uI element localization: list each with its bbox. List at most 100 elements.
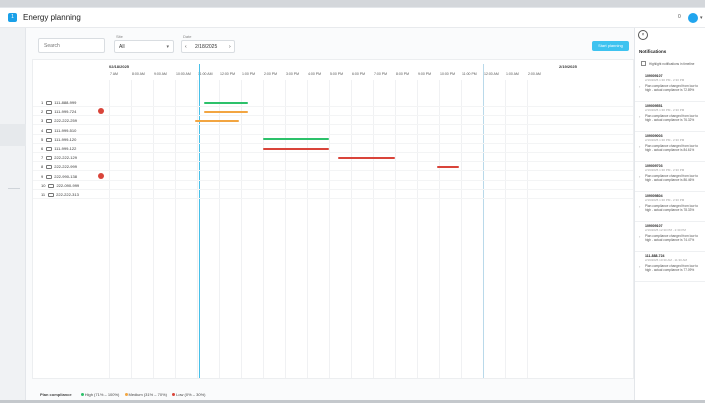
main-content: Site All ▾ Date ‹ 2/18/2025 › Start plan… xyxy=(26,28,634,401)
time-header-cell: 2:00 AM xyxy=(528,72,541,76)
vehicle-icon xyxy=(46,110,53,115)
chevron-left-icon[interactable]: ‹ xyxy=(185,44,187,50)
chevron-right-icon: › xyxy=(639,234,641,239)
start-planning-button[interactable]: Start planning xyxy=(592,41,629,51)
row-divider xyxy=(33,179,633,181)
row-index: 11 xyxy=(41,192,46,197)
table-row[interactable]: 3 222-222-259 xyxy=(41,118,77,123)
legend: Plan compliance High (71% – 100%) Medium… xyxy=(40,392,205,397)
legend-item: Low (0% – 30%) xyxy=(176,392,206,397)
notification-message: Plan compliance changed from low to high… xyxy=(645,174,698,182)
notifications-title: Notifications xyxy=(639,49,667,54)
sidebar-item-active[interactable] xyxy=(0,124,26,146)
notification-message: Plan compliance changed from low to high… xyxy=(645,144,698,152)
chevron-down-icon[interactable]: ▾ xyxy=(700,15,703,21)
table-row[interactable]: 2 111-999-724 xyxy=(41,109,76,114)
row-index: 4 xyxy=(41,127,44,133)
plan-bar[interactable] xyxy=(194,119,239,122)
date-header: 02/18/2025 xyxy=(109,64,130,69)
site-select[interactable]: All ▾ xyxy=(114,40,174,53)
table-row[interactable]: 4 111-999-510 xyxy=(41,128,76,133)
table-row[interactable]: 9 222-990-138 xyxy=(41,174,77,179)
time-header-cell: 3:00 PM xyxy=(286,72,300,76)
row-divider xyxy=(33,124,633,126)
row-divider xyxy=(33,133,633,135)
chevron-right-icon: › xyxy=(639,174,641,179)
time-header-cell: 9:00 PM xyxy=(418,72,432,76)
plan-bar[interactable] xyxy=(263,138,329,141)
row-name: 222-222-129 xyxy=(54,155,77,161)
app-logo[interactable]: 1 xyxy=(8,13,17,22)
chevron-right-icon[interactable]: › xyxy=(229,44,231,50)
notification-item[interactable]: › 109009551 2/19/2025 1:30 PM - 2:30 PM Pla… xyxy=(635,102,705,132)
date-header: 2/19/2025 xyxy=(559,64,577,69)
time-header-cell: 8:00 PM xyxy=(396,72,410,76)
top-bar: 1 Energy planning 0 ▾ xyxy=(0,8,705,28)
notification-item[interactable]: › 109009107 2/19/2025 12:30 PM - 2:30 PM Pl… xyxy=(635,222,705,252)
notification-time: 2/19/2025 1:30 PM - 2:30 PM xyxy=(645,198,685,202)
notification-time: 2/19/2025 1:30 PM - 2:30 PM xyxy=(645,108,685,112)
plan-bar[interactable] xyxy=(337,156,395,159)
alert-icon[interactable] xyxy=(98,172,104,179)
search-input[interactable] xyxy=(38,38,105,53)
notification-message: Plan compliance changed from low to high… xyxy=(645,84,698,92)
row-index: 8 xyxy=(41,164,44,170)
row-name: 111-999-510 xyxy=(54,127,77,133)
time-header-cell: 10:00 AM xyxy=(176,72,191,76)
notification-item[interactable]: › 109009703 2/19/2025 1:30 PM - 2:30 PM Pla… xyxy=(635,162,705,192)
table-row[interactable]: 11 222-222-313 xyxy=(41,192,79,197)
row-name: 111-999-724 xyxy=(54,109,77,115)
notification-item[interactable]: › 109009107 2/19/2025 1:30 PM - 2:30 PM Pla… xyxy=(635,72,705,102)
row-name: 222-222-259 xyxy=(54,118,77,124)
current-time-line xyxy=(199,64,201,378)
gantt-chart: 02/18/2025 2/19/2025 7 AM 8:00 AM 9:00 AM 1… xyxy=(32,59,634,379)
plan-bar[interactable] xyxy=(203,101,248,104)
row-divider xyxy=(33,142,633,144)
app-window: 1 Energy planning 0 ▾ Site All ▾ Date ‹ … xyxy=(0,7,705,401)
table-row[interactable]: 8 222-222-999 xyxy=(41,164,77,169)
vehicle-icon xyxy=(46,100,53,105)
plan-bar[interactable] xyxy=(263,147,329,150)
legend-title: Plan compliance xyxy=(40,392,72,397)
avatar[interactable] xyxy=(688,13,698,23)
notification-item[interactable]: › 109009003 2/19/2025 1:30 PM - 2:30 PM Pla… xyxy=(635,132,705,162)
row-divider xyxy=(33,161,633,163)
table-row[interactable]: 7 222-222-129 xyxy=(41,155,77,160)
alert-icon[interactable] xyxy=(98,108,104,115)
notification-message: Plan compliance changed from low to high… xyxy=(645,264,698,272)
row-name: 111-999-120 xyxy=(54,136,77,142)
time-header-cell: 11:00 PM xyxy=(462,72,477,76)
notification-item[interactable]: › 109009804 2/19/2025 1:30 PM - 2:30 PM Pla… xyxy=(635,192,705,222)
row-divider xyxy=(33,106,633,107)
vehicle-icon xyxy=(46,174,53,179)
row-index: 3 xyxy=(41,118,44,124)
row-name: 222-090-999 xyxy=(56,182,80,188)
table-row[interactable]: 1 111-888-999 xyxy=(41,100,76,105)
table-row[interactable]: 6 111-999-122 xyxy=(41,146,76,151)
vehicle-icon xyxy=(46,165,53,170)
time-header-cell: 4:00 PM xyxy=(308,72,322,76)
low-swatch-icon xyxy=(172,393,176,397)
row-index: 1 xyxy=(41,100,44,105)
row-index: 7 xyxy=(41,155,44,161)
plan-bar[interactable] xyxy=(203,110,248,113)
vehicle-icon xyxy=(46,119,53,124)
highlight-checkbox[interactable] xyxy=(641,61,646,66)
divider xyxy=(8,188,20,189)
row-index: 10 xyxy=(41,182,46,188)
date-value[interactable]: 2/18/2025 xyxy=(195,44,217,50)
vehicle-icon xyxy=(46,156,53,161)
close-icon[interactable]: × xyxy=(638,30,648,40)
notification-message: Plan compliance changed from low to high… xyxy=(645,234,698,242)
time-header-cell: 12:00 PM xyxy=(220,72,235,76)
table-row[interactable]: 5 111-999-120 xyxy=(41,137,76,142)
notification-item[interactable]: › 111-888-724 2/19/2025 10:30 AM - 11:30 A… xyxy=(635,252,705,282)
table-row[interactable]: 10 222-090-999 xyxy=(41,183,79,188)
time-header-cell: 10:00 PM xyxy=(440,72,455,76)
date-navigator: ‹ 2/18/2025 › xyxy=(181,40,235,53)
vehicle-icon xyxy=(48,183,55,188)
time-header-cell: 1:00 AM xyxy=(506,72,519,76)
plan-bar[interactable] xyxy=(436,165,459,168)
page-title: Energy planning xyxy=(23,13,81,22)
row-index: 5 xyxy=(41,136,44,142)
